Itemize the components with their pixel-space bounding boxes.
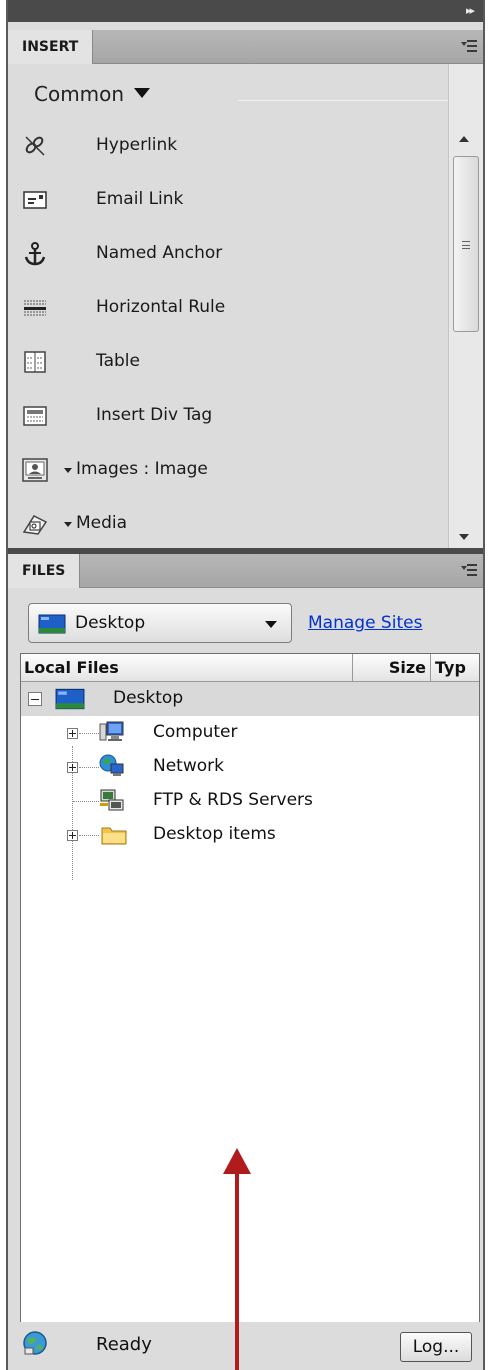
insert-category-dropdown[interactable]: Common [34,82,151,106]
horizontal-rule-icon [24,300,46,316]
expand-toggle-icon[interactable] [67,728,78,739]
status-text: Ready [96,1334,152,1355]
category-divider [238,100,478,101]
status-globe-icon [23,1331,47,1355]
insert-item-label: Hyperlink [96,135,178,155]
scroll-thumb[interactable] [453,156,479,332]
site-select-caret-icon [265,621,277,628]
images-dropdown-caret-icon[interactable] [64,468,72,473]
tree-item-label: Network [153,756,224,776]
tree-item-label: Desktop [113,688,184,708]
tree-row-desktop-items[interactable]: Desktop items [21,818,479,852]
insert-item-label: Insert Div Tag [96,405,213,425]
column-header-size[interactable]: Size [353,654,431,682]
scroll-down-arrow-icon[interactable] [459,534,469,540]
insert-item-label: Email Link [96,189,184,209]
collapse-toggle-icon[interactable] [28,692,42,706]
email-link-icon [23,191,47,209]
category-caret-icon [134,88,151,98]
tree-item-label: FTP & RDS Servers [153,790,313,810]
insert-panel-tabbar: INSERT [8,30,483,64]
insert-item-named-anchor[interactable]: Named Anchor [8,234,448,274]
insert-item-images[interactable]: Images : Image [8,450,448,490]
tree-row-ftp-rds-servers[interactable]: FTP & RDS Servers [21,784,479,818]
tree-connector-line [79,733,99,734]
tree-connector-line [79,767,99,768]
tree-item-label: Desktop items [153,824,276,844]
log-button[interactable]: Log... [400,1332,472,1362]
insert-item-label: Named Anchor [96,243,223,263]
desktop-monitor-icon [55,688,85,710]
panel-options-menu-icon[interactable] [461,562,477,578]
insert-vertical-scrollbar[interactable] [448,64,483,548]
folder-icon [101,827,127,845]
column-header-local-files[interactable]: Local Files [21,654,353,682]
insert-panel: Common Hyperlink Email Link Named Anchor… [8,64,483,548]
tree-row-computer[interactable]: Computer [21,716,479,750]
site-select-value: Desktop [75,613,146,633]
insert-item-horizontal-rule[interactable]: Horizontal Rule [8,288,448,328]
desktop-monitor-icon [38,614,66,634]
insert-category-label: Common [34,82,125,106]
div-tag-icon [23,406,47,426]
media-icon [22,515,48,535]
insert-item-label: Media [76,513,128,533]
computer-icon [99,721,124,741]
panel-dock-titlebar: ▸▸ [8,0,483,22]
insert-item-label: Table [96,351,140,371]
table-icon [24,351,46,373]
image-icon [22,458,48,482]
collapse-to-icons-icon[interactable]: ▸▸ [466,4,475,17]
insert-item-label: Horizontal Rule [96,297,226,317]
named-anchor-icon [24,242,46,266]
panel-options-menu-icon[interactable] [461,38,477,54]
media-dropdown-caret-icon[interactable] [64,522,72,527]
tree-item-label: Computer [153,722,238,742]
expand-toggle-icon[interactable] [67,830,78,841]
tree-row-network[interactable]: Network [21,750,479,784]
network-icon [99,754,124,776]
insert-item-table[interactable]: Table [8,342,448,382]
scroll-grip-icon [462,241,470,249]
tab-insert[interactable]: INSERT [8,30,94,64]
hyperlink-icon [25,136,45,156]
expand-toggle-icon[interactable] [67,762,78,773]
insert-item-div-tag[interactable]: Insert Div Tag [8,396,448,436]
insert-item-label: Images : Image [76,459,208,479]
insert-item-media[interactable]: Media [8,504,448,544]
annotation-arrow-icon [223,1148,251,1370]
tree-connector-line [79,835,99,836]
ftp-servers-icon [100,789,124,811]
insert-item-hyperlink[interactable]: Hyperlink [8,126,448,166]
tree-row-desktop[interactable]: Desktop [21,682,479,716]
site-select-dropdown[interactable]: Desktop [28,603,292,643]
manage-sites-link[interactable]: Manage Sites [308,613,422,633]
column-header-type[interactable]: Typ [431,654,479,682]
files-panel-tabbar: FILES [8,554,483,588]
insert-item-email-link[interactable]: Email Link [8,180,448,220]
tab-files[interactable]: FILES [8,554,81,588]
scroll-up-arrow-icon[interactable] [459,136,469,142]
tree-connector-line [73,801,99,802]
